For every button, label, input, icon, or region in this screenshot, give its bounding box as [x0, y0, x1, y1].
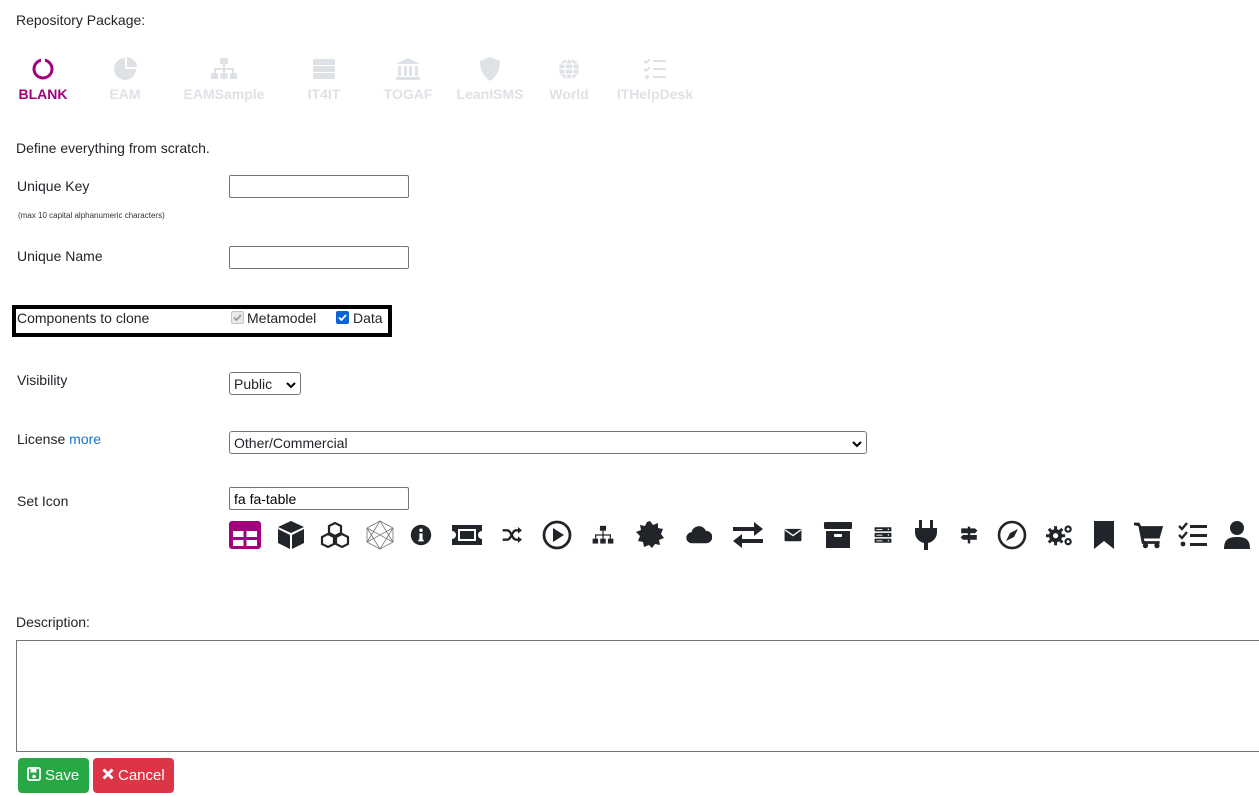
- package-name: LeanISMS: [456, 86, 524, 102]
- save-button[interactable]: Save: [18, 758, 89, 793]
- package-name: ITHelpDesk: [616, 86, 694, 102]
- package-tab-it4it[interactable]: IT4IT: [300, 54, 348, 102]
- data-label: Data: [353, 310, 383, 326]
- package-name: IT4IT: [307, 86, 341, 102]
- tasks-icon[interactable]: [1164, 518, 1222, 552]
- server-icon: [309, 54, 339, 84]
- save-icon: [27, 766, 41, 785]
- signs-icon[interactable]: [960, 518, 978, 552]
- archive-icon[interactable]: [802, 518, 874, 552]
- package-tab-world[interactable]: World: [545, 54, 593, 102]
- exchange-icon[interactable]: [712, 518, 784, 552]
- globe-icon: [554, 54, 584, 84]
- visibility-select[interactable]: Public: [229, 372, 301, 395]
- repository-package-label: Repository Package:: [16, 12, 146, 28]
- table-icon[interactable]: [228, 518, 262, 552]
- description-textarea[interactable]: [16, 640, 1259, 752]
- license-more-link[interactable]: more: [69, 431, 101, 447]
- icon-picker: [228, 518, 1252, 552]
- sitemap-icon: [209, 54, 239, 84]
- tasks-icon: [640, 54, 670, 84]
- cancel-label: Cancel: [118, 767, 165, 784]
- ticket-icon[interactable]: [432, 518, 502, 552]
- components-to-clone-label: Components to clone: [17, 310, 150, 326]
- cubes-icon[interactable]: [320, 518, 350, 552]
- visibility-value: Public: [234, 375, 273, 392]
- shopping-cart-icon[interactable]: [1134, 518, 1164, 552]
- cogs-icon[interactable]: [1046, 518, 1074, 552]
- cube-icon[interactable]: [262, 518, 320, 552]
- certificate-icon[interactable]: [614, 518, 686, 552]
- metamodel-checkbox[interactable]: [231, 311, 244, 324]
- package-name: EAM: [109, 86, 141, 102]
- package-tab-togaf[interactable]: TOGAF: [381, 54, 435, 102]
- license-value: Other/Commercial: [234, 434, 348, 451]
- package-name: World: [549, 86, 589, 102]
- package-name: EAMSample: [183, 86, 265, 102]
- package-name: BLANK: [18, 86, 68, 102]
- landmark-icon: [393, 54, 423, 84]
- compass-icon[interactable]: [978, 518, 1046, 552]
- unique-key-label: Unique Key: [17, 178, 90, 194]
- shield-icon: [475, 54, 505, 84]
- sitemap-icon[interactable]: [592, 518, 614, 552]
- package-tab-eamsample[interactable]: EAMSample: [180, 54, 268, 102]
- package-tab-blank[interactable]: BLANK: [16, 54, 70, 102]
- plug-icon[interactable]: [892, 518, 960, 552]
- data-checkbox[interactable]: [336, 311, 349, 324]
- envelope-icon[interactable]: [784, 518, 802, 552]
- metamodel-label: Metamodel: [247, 310, 317, 326]
- unique-key-hint: (max 10 capital alphanumeric characters): [18, 211, 165, 220]
- user-icon[interactable]: [1222, 518, 1252, 552]
- package-tab-eam[interactable]: EAM: [103, 54, 147, 102]
- license-label-row: License more: [17, 431, 101, 447]
- set-icon-label: Set Icon: [17, 493, 69, 509]
- unique-name-input[interactable]: [229, 246, 409, 269]
- server-icon[interactable]: [874, 518, 892, 552]
- info-circle-icon[interactable]: [410, 518, 432, 552]
- unique-name-label: Unique Name: [17, 248, 103, 264]
- hexagon-outline-icon[interactable]: [350, 518, 410, 552]
- cancel-button[interactable]: Cancel: [93, 758, 174, 793]
- description-label: Description:: [16, 614, 90, 630]
- cloud-icon[interactable]: [686, 518, 712, 552]
- bookmark-icon[interactable]: [1074, 518, 1134, 552]
- chevron-down-icon: [286, 376, 296, 392]
- package-tab-leanisms[interactable]: LeanISMS: [455, 54, 525, 102]
- license-label: License: [17, 431, 66, 447]
- visibility-label: Visibility: [17, 372, 68, 388]
- package-name: TOGAF: [383, 86, 433, 102]
- random-icon[interactable]: [502, 518, 522, 552]
- circle-notch-icon: [28, 54, 58, 84]
- close-icon: [102, 767, 114, 784]
- chevron-down-icon: [852, 435, 862, 451]
- package-tab-ithelpdesk[interactable]: ITHelpDesk: [613, 54, 697, 102]
- package-description: Define everything from scratch.: [16, 140, 210, 156]
- save-label: Save: [45, 767, 80, 784]
- icon-class-input[interactable]: [229, 487, 409, 510]
- unique-key-input[interactable]: [229, 175, 409, 198]
- chart-pie-icon: [110, 54, 140, 84]
- license-select[interactable]: Other/Commercial: [229, 431, 867, 454]
- play-circle-icon[interactable]: [522, 518, 592, 552]
